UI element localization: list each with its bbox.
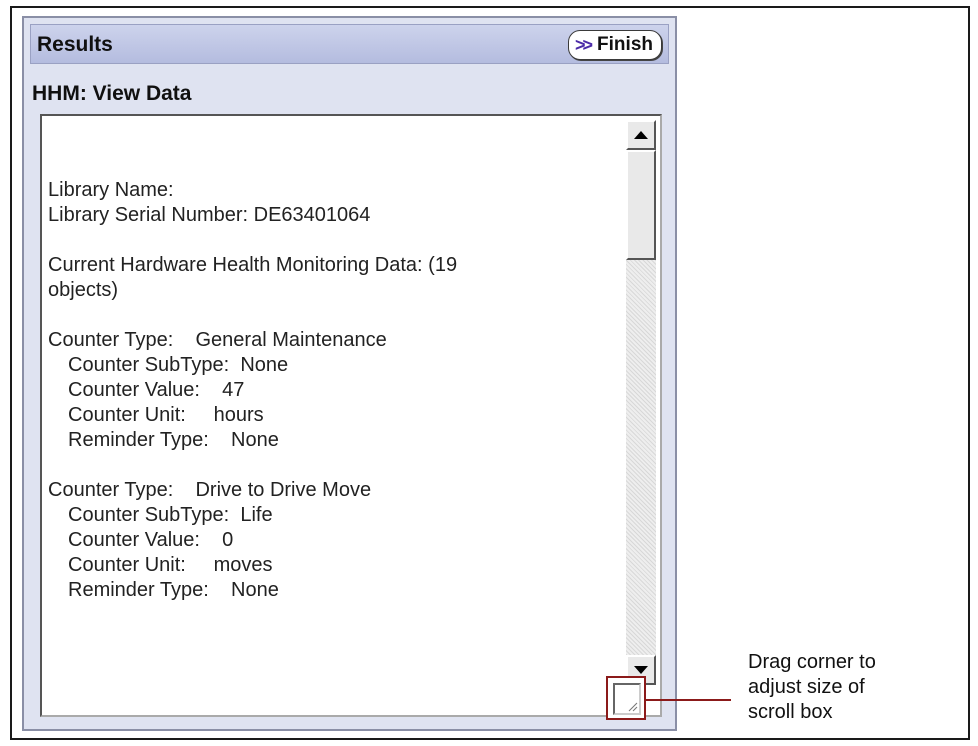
resize-grip-icon — [628, 702, 638, 712]
callout-line-2: adjust size of — [748, 676, 865, 698]
callout-line-1: Drag corner to — [748, 651, 876, 673]
data-line: Library Serial Number: DE63401064 — [48, 204, 371, 226]
scroll-up-button[interactable] — [626, 120, 656, 150]
data-line — [48, 453, 613, 478]
hhm-data-text: Library Name: Library Serial Number: DE63… — [48, 178, 613, 603]
vertical-scrollbar[interactable] — [626, 120, 656, 685]
results-title: Results — [37, 33, 113, 56]
data-line — [48, 303, 613, 328]
data-line: Counter Value: 0 — [68, 529, 234, 551]
data-line: Library Name: — [48, 179, 174, 201]
data-line: Counter Unit: moves — [68, 554, 273, 576]
results-panel: Results >> Finish HHM: View Data Library… — [22, 16, 677, 731]
finish-button-label: Finish — [597, 34, 653, 55]
data-line: Reminder Type: None — [68, 579, 279, 601]
data-line — [48, 228, 613, 253]
resize-grip[interactable] — [613, 683, 641, 715]
data-line: Counter Type: Drive to Drive Move — [48, 479, 372, 501]
callout-line — [646, 699, 731, 701]
data-line: Counter Unit: hours — [68, 404, 264, 426]
arrow-down-icon — [634, 666, 648, 674]
data-line: objects) — [48, 279, 119, 301]
callout-line-3: scroll box — [748, 701, 833, 723]
data-line: Counter Type: General Maintenance — [48, 329, 387, 351]
data-line: Counter Value: 47 — [68, 379, 245, 401]
data-line: Counter SubType: Life — [68, 504, 273, 526]
scroll-thumb[interactable] — [626, 150, 656, 260]
scroll-box[interactable]: Library Name: Library Serial Number: DE63… — [40, 114, 662, 717]
results-title-bar: Results >> Finish — [30, 24, 669, 64]
callout-text: Drag corner to adjust size of scroll box — [748, 650, 968, 725]
arrow-up-icon — [634, 131, 648, 139]
finish-button[interactable]: >> Finish — [568, 30, 662, 60]
data-line: Counter SubType: None — [68, 354, 289, 376]
data-line: Current Hardware Health Monitoring Data:… — [48, 254, 458, 276]
double-chevron-icon: >> — [575, 34, 593, 55]
section-title: HHM: View Data — [32, 82, 192, 105]
data-line: Reminder Type: None — [68, 429, 279, 451]
resize-corner-highlight — [606, 676, 646, 720]
